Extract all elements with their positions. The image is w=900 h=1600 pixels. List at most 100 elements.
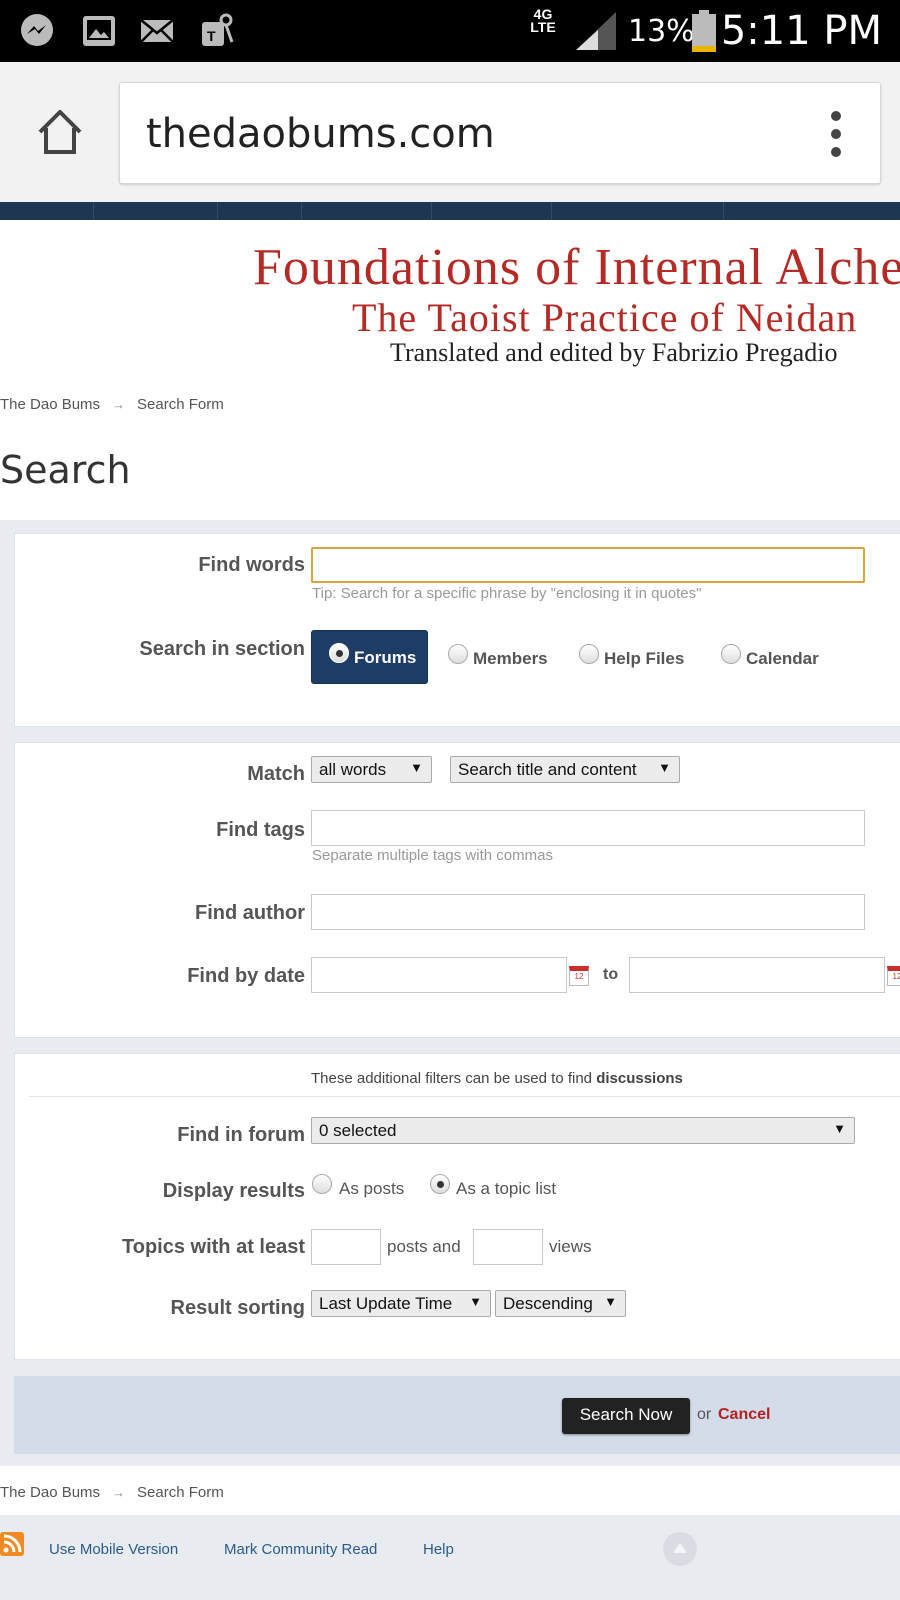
nav-tab[interactable] bbox=[552, 202, 724, 220]
banner-subtitle: The Taoist Practice of Neidan bbox=[352, 295, 858, 340]
dropdown-arrow-icon: ▼ bbox=[833, 1121, 846, 1136]
submit-bar: Search Now or Cancel bbox=[14, 1376, 900, 1454]
views-label: views bbox=[549, 1237, 592, 1256]
keyword-panel: Find words Tip: Search for a specific ph… bbox=[14, 533, 900, 727]
cancel-link[interactable]: Cancel bbox=[718, 1406, 770, 1424]
search-section-label: Search in section bbox=[139, 638, 305, 660]
banner-credit: Translated and edited by Fabrizio Pregad… bbox=[390, 338, 838, 367]
battery-percent: 13% bbox=[628, 14, 695, 49]
find-in-forum-select[interactable]: 0 selected ▼ bbox=[311, 1117, 855, 1144]
mark-read-link[interactable]: Mark Community Read bbox=[224, 1541, 377, 1558]
messenger-icon bbox=[21, 14, 53, 46]
nav-tab[interactable] bbox=[94, 202, 218, 220]
breadcrumb-bottom: The Dao Bums → Search Form bbox=[0, 1484, 224, 1501]
status-bar: T 4G LTE 13% 5:11 PM bbox=[0, 0, 900, 62]
calendar-icon[interactable]: 12 bbox=[569, 966, 589, 986]
url-text[interactable]: thedaobums.com bbox=[146, 111, 495, 157]
breadcrumb-current[interactable]: Search Form bbox=[137, 396, 224, 413]
network-type: 4G LTE bbox=[530, 6, 556, 35]
find-tags-label: Find tags bbox=[216, 819, 305, 841]
as-topic-list-label[interactable]: As a topic list bbox=[456, 1179, 556, 1199]
mobile-version-link[interactable]: Use Mobile Version bbox=[49, 1541, 178, 1558]
find-author-label: Find author bbox=[195, 902, 305, 924]
battery-icon bbox=[692, 10, 716, 52]
sort-order-select[interactable]: Descending ▼ bbox=[495, 1290, 626, 1317]
browser-toolbar: thedaobums.com bbox=[0, 62, 900, 202]
rss-icon[interactable] bbox=[0, 1532, 24, 1556]
match-scope-select[interactable]: Search title and content ▼ bbox=[450, 756, 680, 783]
match-select[interactable]: all words ▼ bbox=[311, 756, 432, 783]
min-posts-input[interactable] bbox=[311, 1229, 381, 1265]
breadcrumb-separator: → bbox=[112, 1485, 126, 1500]
svg-text:T: T bbox=[207, 28, 216, 44]
divider bbox=[29, 1096, 900, 1097]
dropdown-arrow-icon: ▼ bbox=[469, 1294, 482, 1309]
breadcrumb-separator: → bbox=[112, 397, 126, 412]
filters-panel: These additional filters can be used to … bbox=[14, 1053, 900, 1360]
filters-note-strong: discussions bbox=[596, 1070, 683, 1087]
mail-icon bbox=[140, 19, 174, 43]
find-author-input[interactable] bbox=[311, 894, 865, 930]
section-members-label[interactable]: Members bbox=[473, 649, 548, 669]
radio-members[interactable] bbox=[448, 644, 468, 664]
dropdown-arrow-icon: ▼ bbox=[410, 760, 423, 775]
url-bar[interactable]: thedaobums.com bbox=[119, 82, 881, 184]
radio-as-topic-list[interactable] bbox=[430, 1174, 450, 1194]
breadcrumb-home[interactable]: The Dao Bums bbox=[0, 396, 100, 413]
nav-tab[interactable] bbox=[218, 202, 302, 220]
section-forums-label: Forums bbox=[354, 648, 417, 667]
match-label: Match bbox=[247, 763, 305, 785]
gallery-icon bbox=[83, 16, 115, 46]
dropdown-arrow-icon: ▼ bbox=[658, 760, 671, 775]
nav-tab[interactable] bbox=[0, 202, 94, 220]
breadcrumb: The Dao Bums → Search Form bbox=[0, 396, 224, 413]
home-icon[interactable] bbox=[34, 106, 86, 158]
banner-title: Foundations of Internal Alchemy bbox=[253, 239, 900, 296]
radio-forums[interactable] bbox=[329, 643, 349, 663]
find-words-input[interactable] bbox=[311, 547, 865, 583]
find-in-forum-label: Find in forum bbox=[177, 1124, 305, 1146]
footer: Use Mobile Version Mark Community Read H… bbox=[0, 1515, 900, 1600]
tmobile-icon: T bbox=[202, 13, 234, 46]
date-from-input[interactable] bbox=[311, 957, 567, 993]
nav-tab[interactable] bbox=[432, 202, 552, 220]
search-form: Find words Tip: Search for a specific ph… bbox=[0, 520, 900, 1466]
radio-help-files[interactable] bbox=[579, 644, 599, 664]
filters-note-text: These additional filters can be used to … bbox=[311, 1070, 597, 1087]
section-help-files-label[interactable]: Help Files bbox=[604, 649, 684, 669]
search-now-button[interactable]: Search Now bbox=[562, 1398, 690, 1434]
banner-ad[interactable]: Foundations of Internal Alchemy The Taoi… bbox=[0, 220, 900, 380]
find-tags-input[interactable] bbox=[311, 810, 865, 846]
topics-min-label: Topics with at least bbox=[122, 1236, 305, 1258]
clock: 5:11 PM bbox=[720, 8, 882, 54]
overflow-menu-icon[interactable] bbox=[830, 111, 842, 157]
section-forums-option[interactable]: Forums bbox=[311, 630, 428, 684]
radio-calendar[interactable] bbox=[721, 644, 741, 664]
sort-by-select[interactable]: Last Update Time ▼ bbox=[311, 1290, 491, 1317]
sort-order-value: Descending bbox=[503, 1294, 593, 1313]
radio-as-posts[interactable] bbox=[312, 1174, 332, 1194]
sort-by-value: Last Update Time bbox=[319, 1294, 453, 1313]
calendar-icon[interactable]: 12 bbox=[887, 966, 900, 986]
find-tags-hint: Separate multiple tags with commas bbox=[312, 847, 553, 864]
date-to-input[interactable] bbox=[629, 957, 885, 993]
help-link[interactable]: Help bbox=[423, 1541, 454, 1558]
result-sorting-label: Result sorting bbox=[170, 1297, 305, 1319]
section-calendar-label[interactable]: Calendar bbox=[746, 649, 819, 669]
breadcrumb-current[interactable]: Search Form bbox=[137, 1484, 224, 1501]
find-words-tip: Tip: Search for a specific phrase by "en… bbox=[312, 585, 702, 602]
display-results-label: Display results bbox=[162, 1180, 305, 1202]
back-to-top-icon[interactable] bbox=[662, 1531, 698, 1567]
date-to-label: to bbox=[603, 966, 619, 983]
find-in-forum-value: 0 selected bbox=[319, 1121, 397, 1140]
posts-and-label: posts and bbox=[387, 1237, 461, 1256]
signal-icon bbox=[576, 12, 616, 50]
find-by-date-label: Find by date bbox=[187, 965, 305, 987]
match-scope-value: Search title and content bbox=[458, 760, 637, 779]
min-views-input[interactable] bbox=[473, 1229, 543, 1265]
match-select-value: all words bbox=[319, 760, 387, 779]
nav-tab[interactable] bbox=[302, 202, 432, 220]
criteria-panel: Match all words ▼ Search title and conten… bbox=[14, 742, 900, 1038]
breadcrumb-home[interactable]: The Dao Bums bbox=[0, 1484, 100, 1501]
as-posts-label[interactable]: As posts bbox=[339, 1179, 404, 1199]
